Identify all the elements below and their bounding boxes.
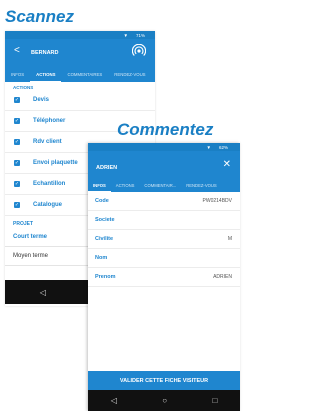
status-bar: ▼ 62% xyxy=(88,143,240,151)
actions-heading: ACTIONS xyxy=(13,85,34,90)
nfc-icon[interactable] xyxy=(132,44,146,58)
nav-home-icon[interactable]: ○ xyxy=(162,396,167,405)
field-value: PW0214BDV xyxy=(202,198,232,204)
action-label: Catalogue xyxy=(33,202,63,208)
checkbox-checked-icon[interactable]: ✓ xyxy=(14,118,20,124)
tab-bar: INFOS ACTIONS COMMENTAIR... RENDEZ-VOUS xyxy=(88,179,240,192)
close-icon[interactable]: ✕ xyxy=(223,159,231,170)
field-label: Code xyxy=(95,198,109,204)
nav-recent-icon[interactable]: □ xyxy=(212,396,217,405)
checkbox-checked-icon[interactable]: ✓ xyxy=(14,181,20,187)
action-label: Devis xyxy=(33,97,50,103)
visitor-name: BERNARD xyxy=(31,50,59,56)
comment-phone-screen: ▼ 62% ADRIEN ✕ INFOS ACTIONS COMMENTAIR.… xyxy=(88,143,240,411)
field-value: ADRIEN xyxy=(213,274,232,280)
field-value: M xyxy=(227,236,232,242)
signal-icon: ▼ xyxy=(206,144,211,150)
tab-infos[interactable]: INFOS xyxy=(5,67,30,82)
visitor-name: ADRIEN xyxy=(96,165,118,171)
app-bar: < BERNARD xyxy=(5,39,155,67)
action-label: Téléphoner xyxy=(33,118,66,124)
status-bar: ▼ 71% xyxy=(5,31,155,39)
checkbox-checked-icon[interactable]: ✓ xyxy=(14,97,20,103)
tab-commentaires[interactable]: COMMENTAIR... xyxy=(139,179,181,192)
checkbox-checked-icon[interactable]: ✓ xyxy=(14,139,20,145)
signal-icon: ▼ xyxy=(123,32,128,38)
tab-actions[interactable]: ACTIONS xyxy=(111,179,140,192)
nav-back-icon[interactable]: ◁ xyxy=(111,396,117,405)
action-label: Envoi plaquette xyxy=(33,160,78,166)
field-nom[interactable]: Nom xyxy=(88,249,240,268)
field-code[interactable]: Code PW0214BDV xyxy=(88,192,240,211)
tab-bar: INFOS ACTIONS COMMENTAIRES RENDEZ-VOUS xyxy=(5,67,155,82)
nav-back-icon[interactable]: ◁ xyxy=(40,288,46,297)
tab-rendez-vous[interactable]: RENDEZ-VOUS xyxy=(108,67,151,82)
promo-title-scan: Scannez xyxy=(5,7,74,26)
field-label: Civilite xyxy=(95,236,114,242)
system-nav-bar: ◁ ○ □ xyxy=(88,390,240,411)
battery-level: 71% xyxy=(135,32,145,38)
tab-infos[interactable]: INFOS xyxy=(88,179,111,192)
field-label: Nom xyxy=(95,255,108,261)
tab-rendez-vous[interactable]: RENDEZ-VOUS xyxy=(181,179,221,192)
promo-title-comment: Commentez xyxy=(117,120,214,139)
checkbox-checked-icon[interactable]: ✓ xyxy=(14,202,20,208)
action-label: Echantillon xyxy=(33,181,66,187)
tab-commentaires[interactable]: COMMENTAIRES xyxy=(61,67,108,82)
back-arrow-icon[interactable]: < xyxy=(14,45,20,56)
validate-visitor-button[interactable]: VALIDER CETTE FICHE VISITEUR xyxy=(88,371,240,390)
field-label: Prenom xyxy=(95,274,116,280)
checkbox-checked-icon[interactable]: ✓ xyxy=(14,160,20,166)
field-label: Societe xyxy=(95,217,115,223)
field-civilite[interactable]: Civilite M xyxy=(88,230,240,249)
battery-level: 62% xyxy=(218,144,228,150)
field-societe[interactable]: Societe xyxy=(88,211,240,230)
action-label: Rdv client xyxy=(33,139,62,145)
app-bar: ADRIEN ✕ xyxy=(88,151,240,179)
action-item-devis[interactable]: ✓ Devis xyxy=(5,90,155,111)
tab-actions[interactable]: ACTIONS xyxy=(30,67,62,82)
field-prenom[interactable]: Prenom ADRIEN xyxy=(88,268,240,287)
